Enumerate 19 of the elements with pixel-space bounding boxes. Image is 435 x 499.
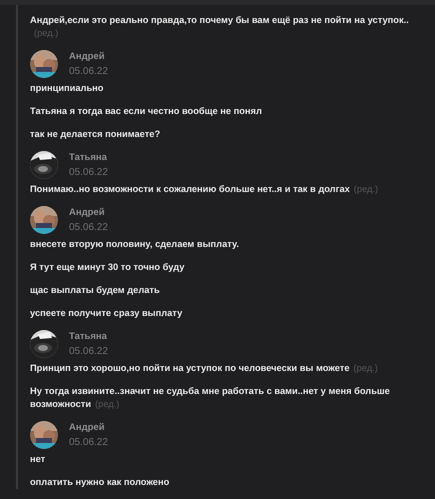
message-text: нет [30,453,46,466]
message-text: щас выплаты будем делать [30,284,161,297]
message-text: так не делается понимаете? [30,128,162,141]
message-date: 05.06.22 [69,346,108,357]
author-name[interactable]: Андрей [69,51,108,62]
message-date: 05.06.22 [69,437,108,448]
message-text: успеете получите сразу выплату [30,307,184,320]
message-text: Я тут еще минут 30 то точно буду [30,261,186,274]
message-text: Татьяна я тогда вас если честно вообще не понял [30,105,263,118]
message-text: принципиально [30,82,104,95]
author-name[interactable]: Андрей [69,422,108,433]
author-name[interactable]: Андрей [69,207,108,218]
message-date: 05.06.22 [69,222,108,233]
author-name[interactable]: Татьяна [69,331,108,342]
message-text: внесете вторую половину, сделаем выплату. [30,238,240,251]
author-name[interactable]: Татьяна [69,152,108,163]
message-text: оплатить нужно как положено [30,476,170,489]
message-date: 05.06.22 [69,66,108,77]
message-date: 05.06.22 [69,167,108,178]
